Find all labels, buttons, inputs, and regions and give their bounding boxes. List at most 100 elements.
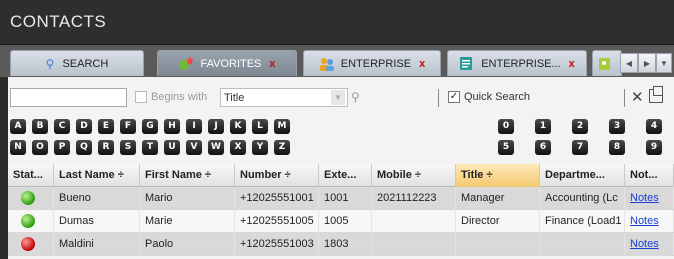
digit-filter-button[interactable]: 1: [535, 119, 551, 134]
presence-busy-icon: [21, 237, 35, 251]
letter-filter-button[interactable]: E: [98, 119, 114, 134]
digit-filter-button[interactable]: 7: [572, 140, 588, 155]
search-icon[interactable]: ⚲: [351, 90, 365, 104]
notes-link[interactable]: Notes: [630, 238, 659, 250]
chevron-left-icon: ◀: [625, 58, 633, 68]
presence-available-icon: [21, 191, 35, 205]
tab-favorites[interactable]: FAVORITES x: [157, 50, 297, 76]
digit-filter-button[interactable]: 5: [498, 140, 514, 155]
letter-filter-button[interactable]: T: [142, 140, 158, 155]
digit-filter-button[interactable]: 4: [646, 119, 662, 134]
status-cell: [8, 187, 54, 209]
letter-filter-button[interactable]: B: [32, 119, 48, 134]
tab-scroll-left-button[interactable]: ◀: [620, 53, 638, 73]
notes-link[interactable]: Notes: [630, 192, 659, 204]
letter-filter-button[interactable]: U: [164, 140, 180, 155]
chevron-down-icon[interactable]: ▼: [331, 90, 345, 105]
tab-label: FAVORITES: [200, 57, 262, 70]
digit-filter-button[interactable]: 8: [609, 140, 625, 155]
tab-enterprise-directory[interactable]: ENTERPRISE... x: [447, 50, 587, 76]
first-name-cell: Mario: [140, 187, 235, 209]
tab-strip: ⚲ SEARCH FAVORITES x ENTERPRISE x ENTERP…: [0, 45, 674, 77]
notes-cell: Notes: [625, 233, 674, 255]
status-cell: [8, 210, 54, 232]
phonebook-icon: [597, 56, 613, 72]
enterprise-directory-icon: [459, 56, 475, 72]
table-row[interactable]: Bueno Mario +12025551001 1001 2021112223…: [8, 187, 674, 210]
search-field-select[interactable]: Title ▼: [220, 88, 348, 107]
enterprise-contacts-icon: [319, 56, 335, 72]
search-row: Begins with Title ▼ ⚲ ✓ Quick Search ✕: [8, 86, 674, 109]
digit-filter-button[interactable]: 0: [498, 119, 514, 134]
letter-filter-button[interactable]: A: [10, 119, 26, 134]
letter-filter-button[interactable]: L: [252, 119, 268, 134]
title-bar: CONTACTS: [0, 0, 674, 45]
close-icon[interactable]: x: [269, 58, 275, 70]
letter-filter-button[interactable]: P: [54, 140, 70, 155]
extension-cell: 1005: [319, 210, 372, 232]
letter-filter-button[interactable]: N: [10, 140, 26, 155]
notes-cell: Notes: [625, 187, 674, 209]
digit-filter-button[interactable]: 9: [646, 140, 662, 155]
letter-filter-button[interactable]: C: [54, 119, 70, 134]
letter-filter-button[interactable]: J: [208, 119, 224, 134]
column-header-notes[interactable]: Not...: [625, 164, 674, 187]
digit-filter-button[interactable]: 2: [572, 119, 588, 134]
close-icon[interactable]: x: [419, 58, 425, 70]
letter-filter-button[interactable]: H: [164, 119, 180, 134]
search-input[interactable]: [10, 88, 127, 107]
table-row[interactable]: Maldini Paolo +12025551003 1803 Notes: [8, 233, 674, 256]
toolbar-divider: [438, 89, 439, 107]
tab-overflow[interactable]: [592, 50, 622, 76]
chevron-right-icon: ▶: [643, 58, 651, 68]
letter-filter-button[interactable]: Q: [76, 140, 92, 155]
extension-cell: 1803: [319, 233, 372, 255]
tab-enterprise[interactable]: ENTERPRISE x: [303, 50, 441, 76]
letter-filter-button[interactable]: Y: [252, 140, 268, 155]
column-header-department[interactable]: Departme...: [540, 164, 625, 187]
first-name-cell: Marie: [140, 210, 235, 232]
column-header-number[interactable]: Number ÷: [235, 164, 319, 187]
letter-filter-button[interactable]: Z: [274, 140, 290, 155]
popout-window-icon[interactable]: [649, 86, 663, 103]
quick-search-checkbox[interactable]: ✓: [448, 91, 460, 103]
begins-with-checkbox[interactable]: [135, 91, 147, 103]
column-header-first-name[interactable]: First Name ÷: [140, 164, 235, 187]
letter-filter-button[interactable]: S: [120, 140, 136, 155]
department-cell: Accounting (Lc: [540, 187, 625, 209]
tab-list-button[interactable]: ▼: [656, 53, 672, 73]
title-cell: Manager: [456, 187, 540, 209]
chevron-down-icon: ▼: [660, 58, 668, 68]
column-header-extension[interactable]: Exte...: [319, 164, 372, 187]
column-header-status[interactable]: Stat...: [8, 164, 54, 187]
letter-filter-button[interactable]: X: [230, 140, 246, 155]
notes-link[interactable]: Notes: [630, 215, 659, 227]
letter-filter-button[interactable]: F: [120, 119, 136, 134]
close-icon[interactable]: x: [569, 58, 575, 70]
letter-filter-button[interactable]: M: [274, 119, 290, 134]
clear-search-icon[interactable]: ✕: [631, 88, 644, 106]
last-name-cell: Maldini: [54, 233, 140, 255]
table-row[interactable]: Dumas Marie +12025551005 1005 Director F…: [8, 210, 674, 233]
favorites-star-icon: [178, 55, 195, 72]
letter-filter-button[interactable]: I: [186, 119, 202, 134]
table-header: Stat... Last Name ÷ First Name ÷ Number …: [8, 164, 674, 187]
presence-available-icon: [21, 214, 35, 228]
letter-filter-button[interactable]: K: [230, 119, 246, 134]
letter-filter-button[interactable]: O: [32, 140, 48, 155]
department-cell: [540, 233, 625, 255]
letter-filter-button[interactable]: V: [186, 140, 202, 155]
letter-filter-button[interactable]: R: [98, 140, 114, 155]
title-cell: Director: [456, 210, 540, 232]
begins-with-label: Begins with: [151, 91, 208, 103]
letter-filter-button[interactable]: G: [142, 119, 158, 134]
letter-filter-button[interactable]: D: [76, 119, 92, 134]
digit-filter-button[interactable]: 3: [609, 119, 625, 134]
column-header-last-name[interactable]: Last Name ÷: [54, 164, 140, 187]
tab-search[interactable]: ⚲ SEARCH: [10, 50, 144, 76]
digit-filter-button[interactable]: 6: [535, 140, 551, 155]
tab-scroll-right-button[interactable]: ▶: [638, 53, 656, 73]
column-header-title[interactable]: Title ÷: [456, 164, 540, 187]
letter-filter-button[interactable]: W: [208, 140, 224, 155]
column-header-mobile[interactable]: Mobile ÷: [372, 164, 456, 187]
